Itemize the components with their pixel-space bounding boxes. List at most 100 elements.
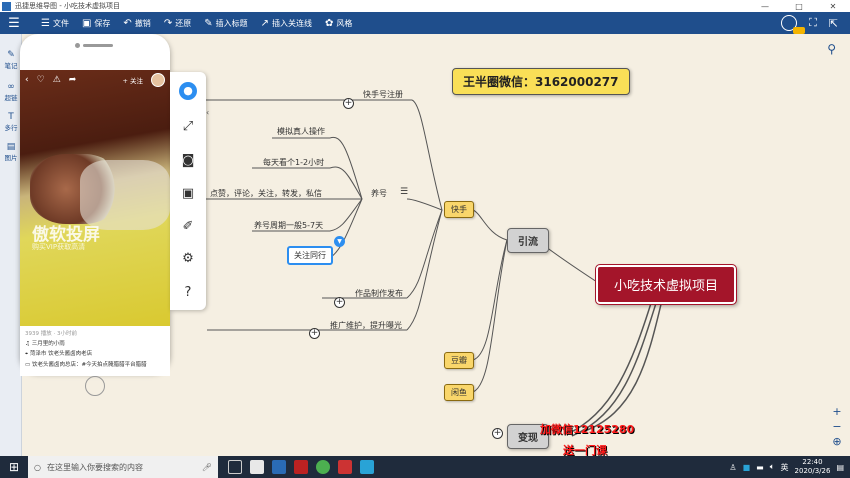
promo-overlay-line1: 加微信12125280	[540, 423, 635, 436]
topic-simulate-operation[interactable]: 模拟真人操作	[277, 126, 325, 138]
player-app-icon[interactable]	[338, 460, 352, 474]
account-icon[interactable]: ●	[179, 82, 197, 100]
undo-icon: ↶	[123, 17, 132, 29]
redo-button[interactable]: ↷ 还原	[164, 18, 191, 29]
wechat-contact-box[interactable]: 王半圈微信：3162000277	[452, 68, 630, 95]
share-icon[interactable]: ➦	[69, 75, 77, 85]
window-title-bar: 迅捷思维导图 - 小吃技术虚拟项目 — □ ✕	[0, 0, 850, 12]
network-icon[interactable]: ▬	[756, 463, 764, 472]
notes-list-icon[interactable]: ☰	[400, 187, 408, 197]
phone-camera-icon	[75, 43, 80, 48]
branch-yinliu[interactable]: 引流	[507, 228, 549, 253]
back-icon[interactable]: ‹	[25, 75, 29, 85]
phone-video-screen[interactable]: ‹ ♡ ⚠ ➦ + 关注 傲软投屏 购买VIP获取高清	[20, 70, 170, 326]
topic-yanghao[interactable]: 养号	[371, 188, 387, 200]
mirror-app-icon[interactable]	[360, 460, 374, 474]
maximize-button[interactable]: □	[782, 2, 816, 11]
phone-home-button[interactable]	[85, 376, 105, 396]
node-handle-icon[interactable]: ▼	[334, 236, 345, 247]
music-icon: ♫	[25, 341, 32, 347]
phone-screen-mirror: ‹ ♡ ⚠ ➦ + 关注 傲软投屏 购买VIP获取高清 3939 播放 · 3小…	[20, 34, 170, 396]
music-line: ♫ 三月里的小雨	[25, 341, 65, 347]
save-icon: ▣	[81, 17, 92, 29]
brush-icon[interactable]: ✐	[179, 218, 197, 236]
store-icon: ▭	[25, 362, 32, 368]
left-sidebar: ✎ 笔记 ∞ 超链 T 多行 ▤ 图片	[0, 34, 22, 456]
report-icon[interactable]: ⚠	[53, 75, 61, 85]
follow-button[interactable]: + 关注	[122, 75, 143, 85]
vip-badge-icon	[793, 27, 806, 34]
people-icon[interactable]: ♙	[729, 463, 736, 472]
topic-douban[interactable]: 豆瓣	[444, 352, 474, 369]
watermark-subtext: 购买VIP获取高清	[32, 243, 86, 251]
windows-start-icon[interactable]: ⊞	[0, 460, 28, 474]
taskbar-clock[interactable]: 22:40 2020/3/26	[795, 458, 831, 476]
minimize-button[interactable]: —	[748, 2, 782, 11]
image-icon: ▤	[6, 142, 16, 152]
location-line[interactable]: ⌖ 菏泽市 饮老头酱卤肉老店	[25, 349, 165, 358]
topic-interactions[interactable]: 点赞，评论，关注，转发，私信	[210, 188, 322, 200]
app-icon	[2, 1, 11, 11]
microphone-icon[interactable]: 🎤︎	[202, 463, 212, 472]
expand-works-icon[interactable]: +	[334, 297, 345, 308]
present-icon[interactable]: ⛶	[809, 16, 817, 30]
file-icon: ☰	[41, 17, 50, 29]
system-tray: ♙ ■ ▬ 🔈︎ 英 22:40 2020/3/26 ▤	[729, 458, 844, 476]
video-topbar: ‹ ♡ ⚠ ➦ + 关注	[20, 70, 170, 90]
topic-yanghao-cycle[interactable]: 养号周期一般5-7天	[254, 220, 323, 232]
mail-icon[interactable]	[250, 460, 264, 474]
video-info: 3939 播放 · 3小时前 ♫ 三月里的小雨 ⌖ 菏泽市 饮老头酱卤肉老店 ▭…	[20, 326, 170, 376]
sidebar-item-image[interactable]: ▤ 图片	[0, 142, 22, 162]
volume-icon[interactable]: 🔈︎	[770, 462, 775, 472]
chrome-icon[interactable]	[316, 460, 330, 474]
mirror-side-panel: ‹ ● ⤢ ◙ ▣ ✐ ⚙ ?	[170, 72, 209, 310]
notification-icon[interactable]: ▤	[836, 463, 844, 472]
taskbar-search-placeholder: 在这里输入你要搜索的内容	[46, 462, 143, 472]
record-icon[interactable]: ▣	[179, 185, 197, 203]
topic-xianyu[interactable]: 闲鱼	[444, 384, 474, 401]
user-avatar-icon[interactable]	[781, 15, 806, 34]
heart-icon[interactable]: ♡	[37, 75, 45, 85]
close-button[interactable]: ✕	[816, 2, 850, 11]
topic-promotion[interactable]: 推广维护，提升曝光	[330, 320, 402, 332]
tray-app-icon[interactable]: ■	[743, 463, 751, 472]
input-language[interactable]: 英	[781, 462, 789, 473]
file-button[interactable]: ☰ 文件	[41, 18, 69, 29]
settings-icon[interactable]: ⚙	[179, 250, 197, 268]
topic-works-publish[interactable]: 作品制作发布	[355, 288, 403, 300]
insert-link-button[interactable]: ↗ 插入关连线	[261, 18, 312, 29]
pen-icon: ✎	[7, 50, 15, 60]
topic-follow-peers[interactable]: 关注同行	[287, 246, 333, 265]
root-topic[interactable]: 小吃技术虚拟项目	[594, 264, 738, 305]
taskbar-search[interactable]: ○ 在这里输入你要搜索的内容 🎤︎	[28, 456, 218, 478]
export-icon[interactable]: ⇱	[829, 17, 838, 30]
sidebar-item-hyperlink[interactable]: ∞ 超链	[0, 82, 22, 102]
task-view-icon[interactable]	[228, 460, 242, 474]
sidebar-item-multiline[interactable]: T 多行	[0, 112, 22, 132]
windows-taskbar: ⊞ ○ 在这里输入你要搜索的内容 🎤︎ ♙ ■ ▬ 🔈︎ 英 22:40 202…	[0, 456, 850, 478]
menu-toggle-icon[interactable]: ☰	[0, 12, 28, 34]
save-button[interactable]: ▣ 保存	[82, 18, 110, 29]
text-icon: T	[8, 112, 14, 122]
topic-kuaishou[interactable]: 快手	[444, 201, 474, 218]
expand-register-icon[interactable]: +	[343, 98, 354, 109]
collapse-panel-icon[interactable]: ‹	[206, 108, 209, 117]
screenshot-icon[interactable]: ◙	[179, 152, 197, 170]
insert-topic-icon: ✎	[204, 17, 213, 29]
search-circle-icon: ○	[34, 462, 41, 472]
topic-daily-watch[interactable]: 每天看个1-2小时	[263, 157, 324, 169]
creator-avatar[interactable]	[151, 73, 165, 87]
media-app-icon[interactable]	[294, 460, 308, 474]
expand-promotion-icon[interactable]: +	[309, 328, 320, 339]
topic-kuaishou-register[interactable]: 快手号注册	[363, 89, 403, 101]
undo-button[interactable]: ↶ 撤销	[123, 18, 150, 29]
redo-icon: ↷	[163, 17, 173, 29]
phone-speaker	[83, 44, 113, 47]
sidebar-item-note[interactable]: ✎ 笔记	[0, 50, 22, 70]
help-icon[interactable]: ?	[179, 284, 197, 302]
mindmap-app-icon[interactable]	[272, 460, 286, 474]
insert-topic-button[interactable]: ✎ 插入标题	[204, 18, 247, 29]
style-button[interactable]: ✿ 风格	[325, 18, 352, 29]
fullscreen-icon[interactable]: ⤢	[179, 118, 197, 136]
expand-bianxian-icon[interactable]: +	[492, 428, 503, 439]
